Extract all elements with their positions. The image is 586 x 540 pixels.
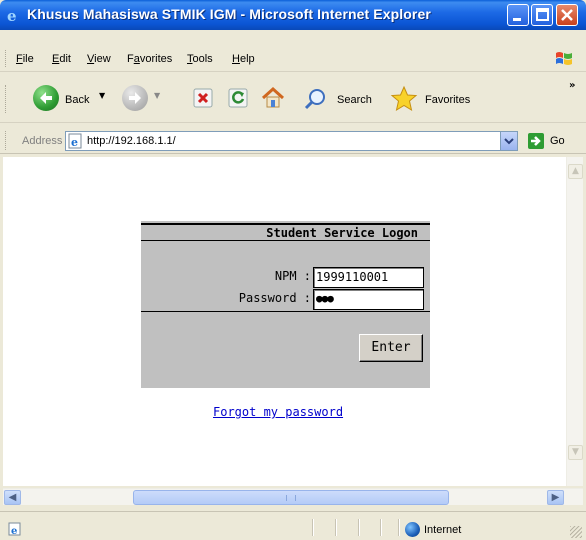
thumb-grip bbox=[286, 495, 296, 501]
stop-button[interactable] bbox=[192, 85, 216, 113]
address-bar: Address e http://192.168.1.1/ Go bbox=[0, 127, 586, 154]
menu-help[interactable]: Help bbox=[232, 53, 255, 65]
horizontal-scrollbar[interactable]: ◀ ▶ bbox=[3, 488, 583, 505]
menu-file[interactable]: File bbox=[16, 53, 34, 65]
window-title: Khusus Mahasiswa STMIK IGM - Microsoft I… bbox=[27, 6, 431, 22]
svg-text:e: e bbox=[11, 526, 17, 536]
login-title: Student Service Logon bbox=[266, 226, 418, 240]
status-separator bbox=[335, 519, 337, 536]
status-separator bbox=[312, 519, 314, 536]
status-separator bbox=[398, 519, 400, 536]
scroll-left-icon[interactable]: ◀ bbox=[4, 490, 21, 505]
npm-input[interactable]: 1999110001 bbox=[313, 267, 424, 288]
favorites-label: Favorites bbox=[425, 94, 471, 106]
forgot-password-link[interactable]: Forgot my password bbox=[213, 405, 343, 419]
go-label[interactable]: Go bbox=[550, 135, 565, 147]
scroll-up-icon[interactable]: ▲ bbox=[568, 164, 583, 179]
stop-icon bbox=[193, 88, 213, 108]
chevron-down-icon bbox=[504, 138, 514, 145]
status-separator bbox=[380, 519, 382, 536]
menu-view[interactable]: View bbox=[87, 53, 111, 65]
security-zone: Internet bbox=[424, 524, 462, 536]
back-button[interactable]: Back ▼ bbox=[33, 85, 113, 113]
back-arrow-icon bbox=[33, 85, 59, 111]
password-input[interactable]: ●●● bbox=[313, 289, 424, 310]
minimize-icon bbox=[513, 18, 521, 21]
ie-window: e Khusus Mahasiswa STMIK IGM - Microsoft… bbox=[0, 0, 586, 540]
svg-text:e: e bbox=[7, 7, 17, 23]
search-icon bbox=[304, 89, 325, 110]
close-icon bbox=[561, 9, 573, 21]
menubar-grip bbox=[5, 50, 8, 67]
address-input[interactable]: e http://192.168.1.1/ bbox=[65, 131, 518, 151]
standard-toolbar: Back ▼ ▼ Search Favorites bbox=[0, 75, 586, 123]
title-bar[interactable]: e Khusus Mahasiswa STMIK IGM - Microsoft… bbox=[0, 0, 586, 30]
home-button[interactable] bbox=[260, 85, 288, 113]
status-bar: e Internet bbox=[0, 511, 586, 540]
address-url: http://192.168.1.1/ bbox=[87, 135, 176, 147]
forward-arrow-icon bbox=[122, 85, 148, 111]
horizontal-scroll-thumb[interactable] bbox=[133, 490, 449, 505]
status-separator bbox=[358, 519, 360, 536]
maximize-button[interactable] bbox=[531, 4, 553, 26]
enter-button[interactable]: Enter bbox=[359, 334, 423, 362]
internet-globe-icon bbox=[405, 522, 420, 537]
page-status-icon: e bbox=[8, 522, 21, 536]
favorites-button[interactable]: Favorites bbox=[390, 85, 490, 113]
scroll-down-icon[interactable]: ▼ bbox=[568, 445, 583, 460]
login-divider bbox=[141, 311, 430, 312]
ie-logo-icon: e bbox=[7, 7, 17, 23]
close-button[interactable] bbox=[556, 4, 578, 26]
menu-edit[interactable]: Edit bbox=[52, 53, 71, 65]
menu-bar: File Edit View Favorites Tools Help bbox=[0, 46, 586, 72]
resize-grip-icon[interactable] bbox=[570, 526, 582, 538]
minimize-button[interactable] bbox=[507, 4, 529, 26]
home-icon bbox=[261, 86, 285, 108]
login-panel: Student Service Logon NPM : 1999110001 P… bbox=[141, 221, 430, 388]
page-content: Student Service Logon NPM : 1999110001 P… bbox=[3, 157, 566, 486]
address-dropdown-button[interactable] bbox=[500, 132, 517, 150]
forward-dropdown-icon[interactable]: ▼ bbox=[154, 91, 160, 100]
page-icon: e bbox=[68, 133, 82, 149]
toolbar-overflow-icon[interactable]: » bbox=[569, 80, 575, 91]
go-arrow-icon bbox=[531, 136, 541, 146]
scroll-right-icon[interactable]: ▶ bbox=[547, 490, 564, 505]
svg-text:e: e bbox=[71, 136, 78, 149]
vertical-scrollbar[interactable]: ▲ ▼ bbox=[566, 157, 583, 486]
maximize-icon bbox=[536, 8, 549, 21]
npm-label: NPM : bbox=[274, 269, 311, 283]
windows-flag-icon bbox=[556, 52, 572, 65]
refresh-button[interactable] bbox=[227, 85, 251, 113]
back-dropdown-icon[interactable]: ▼ bbox=[99, 91, 105, 100]
go-button[interactable] bbox=[528, 133, 544, 149]
addressbar-grip bbox=[5, 131, 8, 150]
toolbar-grip bbox=[5, 85, 8, 113]
back-label: Back bbox=[65, 94, 90, 106]
menu-tools[interactable]: Tools bbox=[187, 53, 213, 65]
refresh-icon bbox=[228, 88, 248, 108]
favorites-star-icon bbox=[390, 85, 418, 112]
search-button[interactable]: Search bbox=[304, 85, 384, 113]
login-header: Student Service Logon bbox=[141, 223, 430, 241]
forward-button[interactable]: ▼ bbox=[122, 85, 162, 113]
search-label: Search bbox=[337, 94, 372, 106]
address-label: Address bbox=[22, 135, 63, 147]
menu-favorites[interactable]: Favorites bbox=[127, 53, 172, 65]
password-label: Password : bbox=[238, 291, 311, 305]
